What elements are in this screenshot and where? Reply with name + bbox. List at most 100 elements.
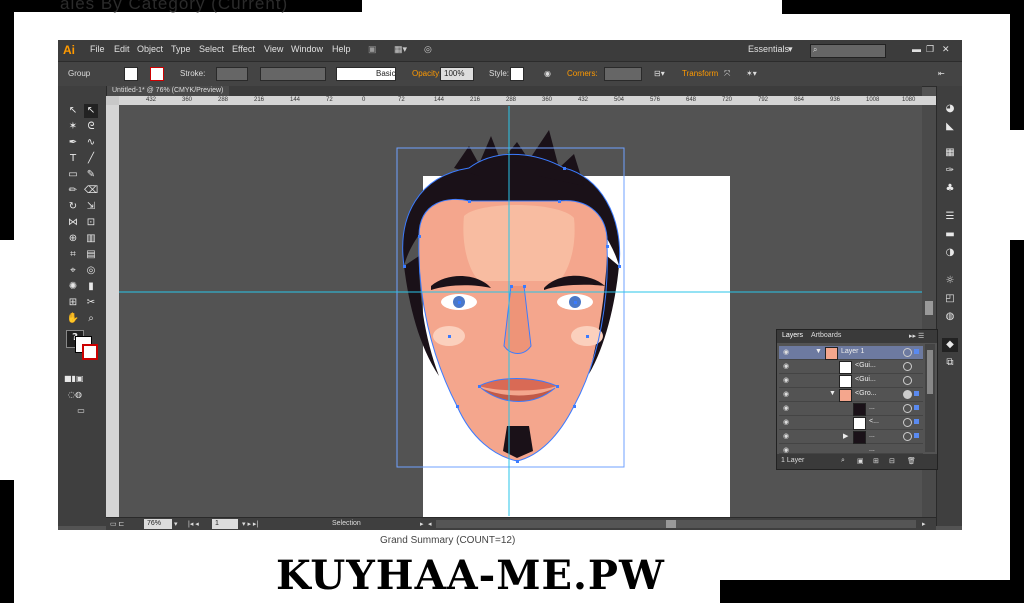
bridge-icon[interactable]: ▣ xyxy=(368,44,377,55)
slice-tool-icon[interactable]: ✂ xyxy=(84,296,98,310)
visibility-eye-icon[interactable]: ◉ xyxy=(783,376,789,384)
layer-name[interactable]: <Gui... xyxy=(855,376,876,383)
eyedropper-icon[interactable]: ⌖ xyxy=(66,264,80,278)
layer-name[interactable]: ... xyxy=(869,432,875,439)
target-icon[interactable] xyxy=(903,418,912,427)
disclosure-icon[interactable]: ▼ xyxy=(815,348,822,355)
perspective-grid-icon[interactable]: ▥ xyxy=(84,232,98,246)
variable-width-profile[interactable] xyxy=(260,67,326,81)
zoom-dropdown-icon[interactable]: ▾ xyxy=(174,520,178,528)
menu-window[interactable]: Window xyxy=(291,44,323,54)
artboard-tool-icon[interactable]: ⊞ xyxy=(66,296,80,310)
corners-label[interactable]: Corners: xyxy=(567,69,598,78)
transform-label[interactable]: Transform xyxy=(682,69,718,78)
first-artboard-icon[interactable]: |◂ ◂ xyxy=(188,520,199,528)
gradient-tool-icon[interactable]: ▤ xyxy=(84,248,98,262)
transparency-icon[interactable]: ◑ xyxy=(942,246,958,260)
target-icon[interactable] xyxy=(903,432,912,441)
direct-selection-tool-icon[interactable]: ↖ xyxy=(84,104,98,118)
scale-icon[interactable]: ⇲ xyxy=(84,200,98,214)
align-icon[interactable]: ⊟▾ xyxy=(654,69,665,78)
layer-name[interactable]: <... xyxy=(869,418,879,425)
drawing-mode-icon[interactable]: ◌◍ xyxy=(68,388,82,402)
layer-name[interactable]: ... xyxy=(869,446,875,453)
target-icon[interactable] xyxy=(903,404,912,413)
scroll-left-icon[interactable]: ◂ xyxy=(428,520,432,528)
layers-scrollbar-thumb[interactable] xyxy=(927,350,933,394)
panel-menu-icon[interactable]: ▸▸ ☰ xyxy=(909,332,924,340)
zoom-tool-icon[interactable]: ⌕ xyxy=(84,312,98,326)
horizontal-scrollbar-thumb[interactable] xyxy=(666,520,676,528)
layer-row[interactable]: ◉ ... xyxy=(779,444,923,454)
width-tool-icon[interactable]: ⋈ xyxy=(66,216,80,230)
stroke-label[interactable]: Stroke: xyxy=(180,69,205,78)
minimize-icon[interactable]: ▬ xyxy=(912,44,921,54)
visibility-eye-icon[interactable]: ◉ xyxy=(783,404,789,412)
menu-select[interactable]: Select xyxy=(199,44,224,54)
color-guide-icon[interactable]: ◣ xyxy=(942,120,958,134)
graphic-style-swatch[interactable] xyxy=(510,67,524,81)
type-tool-icon[interactable]: T xyxy=(66,152,80,166)
tab-layers[interactable]: Layers xyxy=(782,332,803,339)
new-layer-icon[interactable]: ⊟ xyxy=(889,457,895,465)
ruler-origin[interactable] xyxy=(106,96,119,105)
rotate-icon[interactable]: ↻ xyxy=(66,200,80,214)
lasso-icon[interactable]: ᘓ xyxy=(84,120,98,134)
corners-field[interactable] xyxy=(604,67,642,81)
mesh-tool-icon[interactable]: ⌗ xyxy=(66,248,80,262)
menu-edit[interactable]: Edit xyxy=(114,44,130,54)
gpu-icon[interactable]: ◎ xyxy=(424,44,432,55)
symbols-icon[interactable]: ♣ xyxy=(942,182,958,196)
image-trace-icon[interactable]: ◍ xyxy=(942,310,958,324)
eraser-icon[interactable]: ⌫ xyxy=(84,184,98,198)
layer-name[interactable]: ... xyxy=(869,404,875,411)
graphic-styles-icon[interactable]: ◰ xyxy=(942,292,958,306)
opacity-label[interactable]: Opacity: xyxy=(412,69,441,78)
appearance-icon[interactable]: ☼ xyxy=(942,274,958,288)
menu-object[interactable]: Object xyxy=(137,44,163,54)
target-icon[interactable] xyxy=(903,348,912,357)
layer-name[interactable]: Layer 1 xyxy=(841,348,864,355)
selection-tool-icon[interactable]: ↖ xyxy=(66,104,80,118)
layers-scrollbar[interactable] xyxy=(925,344,935,452)
more-options-icon[interactable]: ✶▾ xyxy=(746,69,757,78)
brushes-icon[interactable]: ✑ xyxy=(942,164,958,178)
target-icon[interactable] xyxy=(903,390,912,399)
search-field[interactable]: ⌕ xyxy=(810,44,886,58)
document-tab[interactable]: Untitled-1* @ 76% (CMYK/Preview) xyxy=(106,86,230,96)
visibility-eye-icon[interactable]: ◉ xyxy=(783,348,789,356)
stroke-swatch[interactable] xyxy=(150,67,164,81)
visibility-eye-icon[interactable]: ◉ xyxy=(783,418,789,426)
line-tool-icon[interactable]: ╱ xyxy=(84,152,98,166)
next-artboard-icon[interactable]: ▾ ▸ ▸| xyxy=(242,520,258,528)
layer-row[interactable]: ◉ ... xyxy=(779,402,923,416)
visibility-eye-icon[interactable]: ◉ xyxy=(783,432,789,440)
menu-view[interactable]: View xyxy=(264,44,283,54)
close-icon[interactable]: ✕ xyxy=(942,44,950,55)
tab-artboards[interactable]: Artboards xyxy=(811,332,841,339)
scroll-right-icon[interactable]: ▸ xyxy=(922,520,926,528)
visibility-eye-icon[interactable]: ◉ xyxy=(783,390,789,398)
symbol-sprayer-icon[interactable]: ✺ xyxy=(66,280,80,294)
fill-swatch[interactable] xyxy=(124,67,138,81)
restore-icon[interactable]: ❐ xyxy=(926,44,934,55)
color-panel-icon[interactable]: ◕ xyxy=(942,102,958,116)
graph-tool-icon[interactable]: ▮ xyxy=(84,280,98,294)
recolor-icon[interactable]: ◉ xyxy=(544,69,551,78)
isolate-icon[interactable]: ⤧ xyxy=(724,69,730,79)
visibility-eye-icon[interactable]: ◉ xyxy=(783,446,789,453)
locate-object-icon[interactable]: ⌕ xyxy=(841,457,845,465)
horizontal-scrollbar[interactable] xyxy=(436,520,916,528)
stroke-weight-field[interactable] xyxy=(216,67,248,81)
target-icon[interactable] xyxy=(903,376,912,385)
blend-tool-icon[interactable]: ◎ xyxy=(84,264,98,278)
workspace-switcher[interactable]: Essentials xyxy=(748,44,789,54)
paintbrush-icon[interactable]: ✎ xyxy=(84,168,98,182)
status-menu-icon[interactable]: ▸ xyxy=(420,520,424,528)
panel-menu-icon[interactable]: ⇤ xyxy=(938,69,945,78)
clipping-mask-icon[interactable]: ▣ xyxy=(857,457,864,465)
menu-help[interactable]: Help xyxy=(332,44,351,54)
menu-file[interactable]: File xyxy=(90,44,105,54)
artboards-panel-icon[interactable]: ⧉ xyxy=(942,356,958,370)
layer-row[interactable]: ◉ ▼ <Gro... xyxy=(779,388,923,402)
